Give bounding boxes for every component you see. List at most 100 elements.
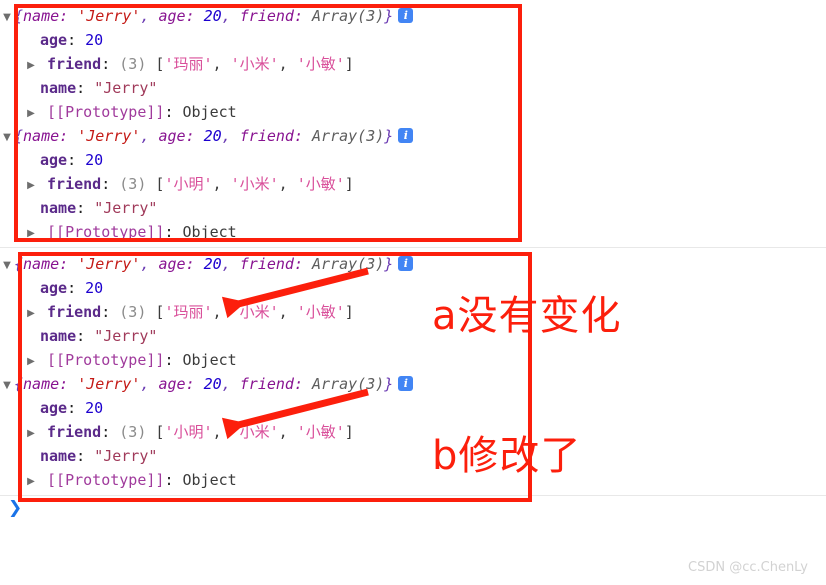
array-item: '小敏' [296, 423, 345, 441]
collapse-triangle-icon[interactable]: ▶ [24, 174, 38, 198]
expand-triangle-icon[interactable]: ▼ [0, 126, 14, 150]
preview-comma-1: , [140, 127, 150, 145]
preview-value-name: 'Jerry' [77, 7, 141, 25]
preview-close-brace: } [384, 255, 394, 273]
property-colon: : [76, 447, 86, 465]
array-item: '玛丽' [164, 303, 213, 321]
array-close-bracket: ] [344, 175, 354, 193]
property-row[interactable]: ▶ [[Prototype]]: Object [0, 220, 237, 244]
property-value: 20 [85, 31, 104, 49]
preview-comma-2: , [221, 375, 231, 393]
preview-key-friend: friend: [239, 7, 303, 25]
property-key: friend [47, 55, 102, 73]
console-group-divider [0, 247, 826, 248]
preview-key-name: name: [23, 127, 69, 145]
property-key: age [40, 151, 68, 169]
property-key: name [40, 447, 77, 465]
array-item: '小敏' [296, 175, 345, 193]
array-close-bracket: ] [344, 423, 354, 441]
property-colon: : [67, 31, 77, 49]
preview-comma-2: , [221, 127, 231, 145]
preview-value-name: 'Jerry' [77, 127, 141, 145]
collapse-triangle-icon[interactable]: ▶ [24, 470, 38, 494]
collapse-triangle-icon[interactable]: ▶ [24, 302, 38, 326]
preview-value-friend: Array(3) [312, 375, 385, 393]
collapse-triangle-icon[interactable]: ▶ [24, 54, 38, 78]
property-row: name: "Jerry" [0, 76, 157, 100]
expand-triangle-icon[interactable]: ▼ [0, 6, 14, 30]
info-icon[interactable]: i [398, 256, 414, 271]
property-colon: : [164, 223, 174, 241]
object-preview-row[interactable]: ▼ {name: 'Jerry', age: 20, friend: Array(… [0, 124, 414, 150]
collapse-triangle-icon[interactable]: ▶ [24, 350, 38, 374]
expand-triangle-icon[interactable]: ▼ [0, 374, 14, 398]
preview-value-age: 20 [203, 255, 222, 273]
property-row[interactable]: ▶ friend: (3) ['玛丽', '小米', '小敏'] [0, 52, 354, 76]
array-length-count: (3) [119, 175, 147, 193]
annotation-label-b: b修改了 [432, 433, 582, 479]
array-comma: , [212, 303, 222, 321]
array-item: '小敏' [296, 303, 345, 321]
property-value: Object [182, 223, 237, 241]
property-row[interactable]: ▶ friend: (3) ['玛丽', '小米', '小敏'] [0, 300, 354, 324]
object-preview-row[interactable]: ▼ {name: 'Jerry', age: 20, friend: Array(… [0, 252, 414, 278]
preview-open-brace: { [14, 255, 24, 273]
object-preview-text: {name: 'Jerry', age: 20, friend: Array(3… [14, 7, 393, 25]
preview-value-age: 20 [203, 375, 222, 393]
property-key: [[Prototype]] [47, 223, 165, 241]
property-key: name [40, 79, 77, 97]
property-key: age [40, 399, 68, 417]
preview-value-friend: Array(3) [312, 127, 385, 145]
property-key: name [40, 199, 77, 217]
collapse-triangle-icon[interactable]: ▶ [24, 422, 38, 446]
property-key: name [40, 327, 77, 345]
console-group-1: ▼ {name: 'Jerry', age: 20, friend: Array(… [0, 4, 826, 244]
property-value: "Jerry" [94, 447, 158, 465]
preview-key-age: age: [158, 7, 195, 25]
info-icon[interactable]: i [398, 128, 414, 143]
property-colon: : [164, 471, 174, 489]
property-key: age [40, 31, 68, 49]
property-row: name: "Jerry" [0, 196, 157, 220]
preview-value-friend: Array(3) [312, 255, 385, 273]
preview-open-brace: { [14, 127, 24, 145]
property-key: [[Prototype]] [47, 103, 165, 121]
property-row: name: "Jerry" [0, 324, 157, 348]
csdn-watermark: CSDN @cc.ChenLy [688, 560, 808, 575]
devtools-console-panel: ▼ {name: 'Jerry', age: 20, friend: Array(… [0, 0, 826, 585]
object-preview-row[interactable]: ▼ {name: 'Jerry', age: 20, friend: Array(… [0, 4, 414, 30]
array-item: '小米' [230, 423, 279, 441]
property-row[interactable]: ▶ [[Prototype]]: Object [0, 100, 237, 124]
property-row: age: 20 [0, 148, 103, 172]
array-close-bracket: ] [344, 55, 354, 73]
preview-comma-1: , [140, 375, 150, 393]
object-preview-text: {name: 'Jerry', age: 20, friend: Array(3… [14, 255, 393, 273]
info-icon[interactable]: i [398, 8, 414, 23]
object-preview-row[interactable]: ▼ {name: 'Jerry', age: 20, friend: Array(… [0, 372, 414, 398]
property-key: friend [47, 423, 102, 441]
property-colon: : [76, 79, 86, 97]
preview-value-age: 20 [203, 7, 222, 25]
array-length-count: (3) [119, 55, 147, 73]
preview-key-age: age: [158, 375, 195, 393]
info-icon[interactable]: i [398, 376, 414, 391]
property-colon: : [164, 351, 174, 369]
property-key: friend [47, 303, 102, 321]
property-value: Object [182, 351, 237, 369]
property-colon: : [76, 327, 86, 345]
property-row[interactable]: ▶ [[Prototype]]: Object [0, 468, 237, 492]
collapse-triangle-icon[interactable]: ▶ [24, 222, 38, 246]
property-key: [[Prototype]] [47, 471, 165, 489]
property-row[interactable]: ▶ friend: (3) ['小明', '小米', '小敏'] [0, 420, 354, 444]
preview-close-brace: } [384, 127, 394, 145]
expand-triangle-icon[interactable]: ▼ [0, 254, 14, 278]
array-length-count: (3) [119, 423, 147, 441]
property-row[interactable]: ▶ friend: (3) ['小明', '小米', '小敏'] [0, 172, 354, 196]
preview-key-friend: friend: [239, 375, 303, 393]
property-row[interactable]: ▶ [[Prototype]]: Object [0, 348, 237, 372]
object-preview-text: {name: 'Jerry', age: 20, friend: Array(3… [14, 375, 393, 393]
collapse-triangle-icon[interactable]: ▶ [24, 102, 38, 126]
preview-comma-1: , [140, 255, 150, 273]
console-prompt-chevron[interactable]: ❯ [8, 498, 22, 518]
property-key: [[Prototype]] [47, 351, 165, 369]
